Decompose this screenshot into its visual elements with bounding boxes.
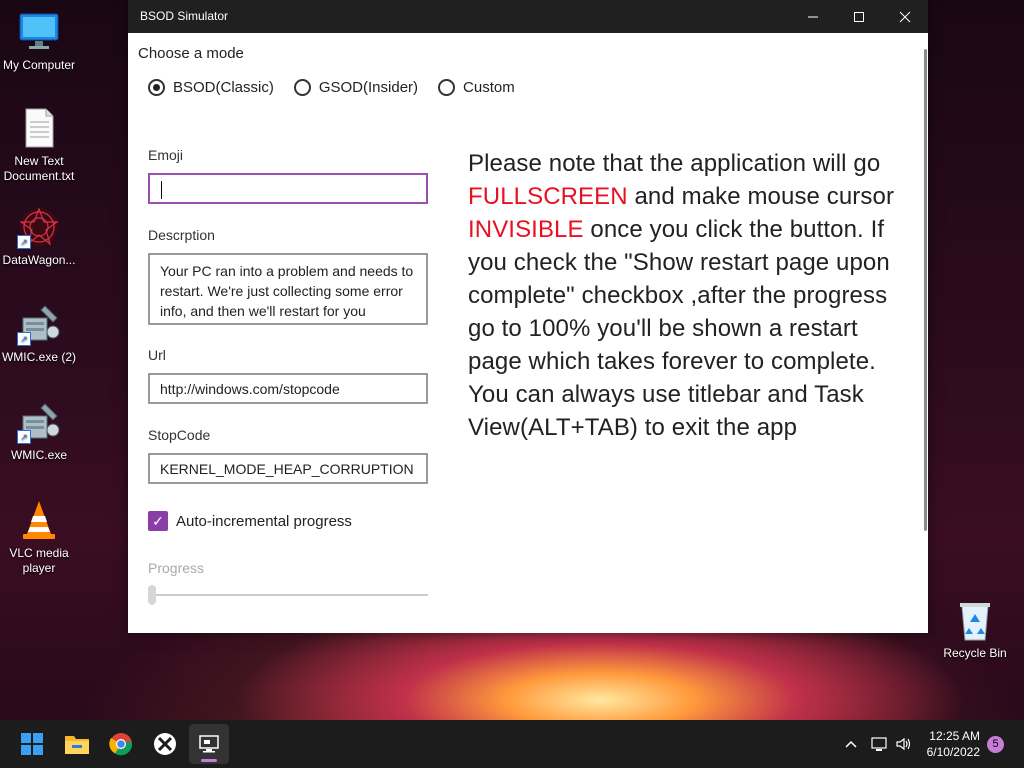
radio-custom[interactable]: Custom xyxy=(438,79,515,96)
desktop-icon-recycle-bin[interactable]: Recycle Bin xyxy=(936,598,1014,661)
mode-label: Choose a mode xyxy=(138,45,244,62)
url-input[interactable]: http://windows.com/stopcode xyxy=(148,373,428,404)
desktop-icon-label: New Text Document.txt xyxy=(3,154,75,183)
chrome-icon xyxy=(109,733,133,756)
active-app-indicator xyxy=(201,759,217,762)
text-file-icon xyxy=(17,106,61,150)
progress-slider-track[interactable] xyxy=(150,594,428,596)
shortcut-arrow-icon: ↗ xyxy=(17,235,31,249)
windows-logo-icon xyxy=(21,733,43,755)
url-label: Url xyxy=(148,347,166,363)
radio-unchecked-icon xyxy=(438,79,456,96)
shortcut-arrow-icon: ↗ xyxy=(17,332,31,346)
clock-time: 12:25 AM xyxy=(929,729,980,743)
monitor-icon xyxy=(17,10,61,54)
desktop-icon-vlc[interactable]: VLC media player xyxy=(0,498,78,576)
bsod-simulator-window: BSOD Simulator Choose a mode BSOD(Classi… xyxy=(128,0,928,633)
description-label: Descrption xyxy=(148,227,215,243)
radio-unchecked-icon xyxy=(293,79,311,96)
network-button[interactable] xyxy=(870,720,888,768)
note-highlight-invisible: INVISIBLE xyxy=(468,216,584,243)
volume-button[interactable] xyxy=(895,720,913,768)
chevron-up-icon xyxy=(845,740,857,748)
show-hidden-icons-button[interactable] xyxy=(844,720,858,768)
window-content: Choose a mode BSOD(Classic) GSOD(Insider… xyxy=(128,33,928,633)
radio-checked-icon xyxy=(148,79,165,96)
radio-label: BSOD(Classic) xyxy=(173,79,274,96)
taskbar: 12:25 AM 6/10/2022 5 xyxy=(0,720,1024,768)
start-button[interactable] xyxy=(12,724,52,764)
close-icon xyxy=(899,11,911,22)
network-icon xyxy=(871,737,887,751)
shortcut-arrow-icon: ↗ xyxy=(17,430,31,444)
close-button[interactable] xyxy=(882,0,928,33)
minimize-icon xyxy=(808,16,818,17)
radio-bsod-classic[interactable]: BSOD(Classic) xyxy=(148,79,274,96)
recycle-bin-icon xyxy=(953,598,997,642)
emoji-input[interactable] xyxy=(148,173,428,204)
desktop-icon-my-computer[interactable]: My Computer xyxy=(0,10,78,73)
progress-slider-thumb[interactable] xyxy=(148,585,156,605)
checkmark-icon: ✓ xyxy=(148,511,168,531)
stopcode-label: StopCode xyxy=(148,427,211,443)
mode-radio-group: BSOD(Classic) GSOD(Insider) Custom xyxy=(148,79,515,96)
radio-gsod-insider[interactable]: GSOD(Insider) xyxy=(293,79,419,96)
emoji-label: Emoji xyxy=(148,147,184,163)
desktop-icon-wmic[interactable]: ↗ WMIC.exe xyxy=(0,400,78,463)
desktop-icon-label: WMIC.exe xyxy=(10,448,67,462)
wmic-tools-icon: ↗ xyxy=(17,302,61,346)
speaker-icon xyxy=(896,737,911,751)
desktop-icon-datawagon[interactable]: ↗ DataWagon... xyxy=(0,205,78,268)
folder-icon xyxy=(65,736,89,754)
taskbar-clock[interactable]: 12:25 AM 6/10/2022 xyxy=(927,728,980,760)
taskbar-bsod-simulator[interactable] xyxy=(189,724,229,764)
desktop-icon-label: WMIC.exe (2) xyxy=(1,350,76,364)
xbox-icon xyxy=(154,733,176,755)
desktop-icon-label: VLC media player xyxy=(9,546,69,575)
desktop-icon-new-text-document[interactable]: New Text Document.txt xyxy=(0,106,78,184)
description-textarea[interactable]: Your PC ran into a problem and needs to … xyxy=(148,253,428,325)
wmic-tools-icon: ↗ xyxy=(17,400,61,444)
taskbar-chrome[interactable] xyxy=(101,724,141,764)
vlc-cone-icon xyxy=(17,498,61,542)
note-text: once you click the button. If you check … xyxy=(468,216,890,441)
taskbar-xbox[interactable] xyxy=(145,724,185,764)
radio-label: GSOD(Insider) xyxy=(318,79,419,96)
maximize-icon xyxy=(854,11,864,22)
maximize-button[interactable] xyxy=(836,0,882,33)
progress-label: Progress xyxy=(148,560,205,576)
minimize-button[interactable] xyxy=(790,0,836,33)
note-text: Please note that the application will go xyxy=(468,150,881,177)
datawagon-icon: ↗ xyxy=(17,205,61,249)
radio-label: Custom xyxy=(463,79,515,96)
fullscreen-warning-note: Please note that the application will go… xyxy=(468,147,913,444)
desktop-icon-label: Recycle Bin xyxy=(943,646,1007,660)
clock-date: 6/10/2022 xyxy=(926,745,980,759)
note-text: and make mouse cursor xyxy=(627,183,895,210)
desktop-icon-wmic-2[interactable]: ↗ WMIC.exe (2) xyxy=(0,302,78,365)
stopcode-input[interactable]: KERNEL_MODE_HEAP_CORRUPTION xyxy=(148,453,428,484)
checkbox-label: Auto-incremental progress xyxy=(176,512,352,530)
text-caret xyxy=(161,181,162,199)
desktop-icon-label: My Computer xyxy=(2,58,76,72)
auto-progress-checkbox[interactable]: ✓ Auto-incremental progress xyxy=(148,511,352,531)
taskbar-file-explorer[interactable] xyxy=(57,724,97,764)
notification-badge[interactable]: 5 xyxy=(987,736,1004,753)
window-title: BSOD Simulator xyxy=(140,9,229,23)
vertical-scrollbar[interactable] xyxy=(924,49,927,531)
note-highlight-fullscreen: FULLSCREEN xyxy=(468,183,628,210)
desktop-icon-label: DataWagon... xyxy=(2,253,76,267)
bsod-simulator-app-icon xyxy=(199,735,219,753)
window-titlebar[interactable]: BSOD Simulator xyxy=(128,0,928,33)
